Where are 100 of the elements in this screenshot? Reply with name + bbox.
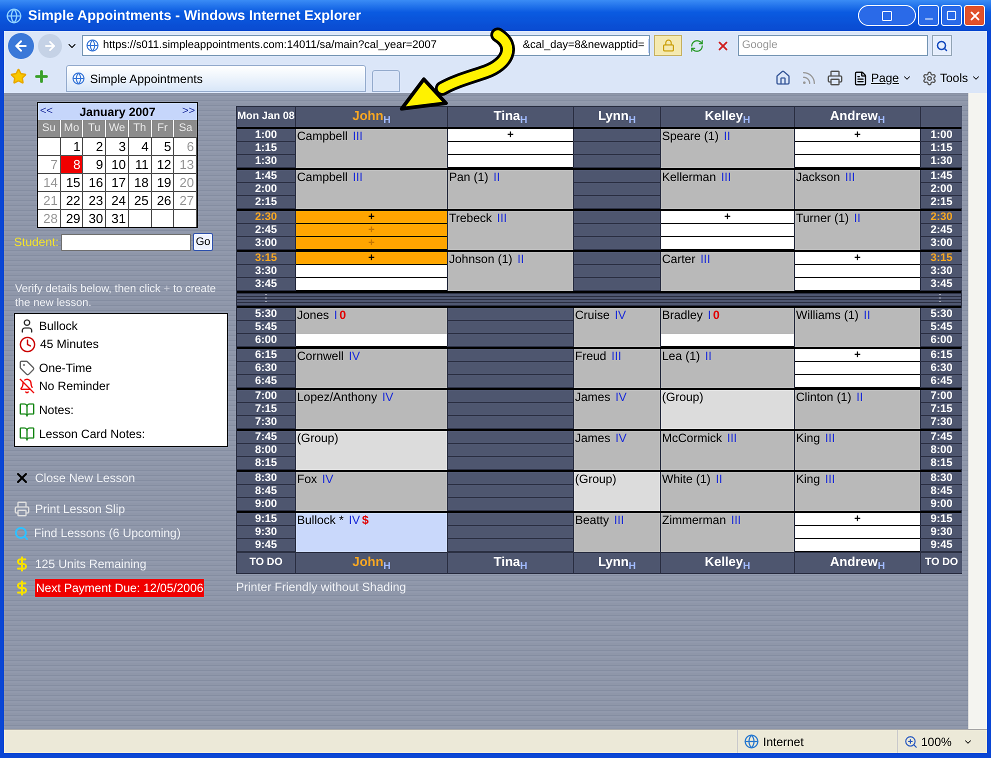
calendar-day[interactable]: 30 — [83, 209, 106, 227]
back-button[interactable] — [8, 32, 34, 58]
time-slot[interactable]: + — [795, 252, 920, 265]
time-slot[interactable] — [795, 278, 920, 291]
calendar-day[interactable]: 23 — [83, 191, 106, 209]
calendar-day[interactable]: 31 — [106, 209, 129, 227]
teacher-header[interactable]: Tina$_{H}$ — [494, 107, 528, 127]
lesson-cell[interactable]: Johnson (1) II — [448, 252, 573, 291]
lesson-cell[interactable]: Jones I 0 — [296, 308, 447, 334]
time-slot[interactable]: + — [795, 349, 920, 362]
calendar-day[interactable]: 10 — [106, 155, 129, 173]
time-slot[interactable] — [795, 526, 920, 539]
lesson-cell[interactable]: Pan (1) II — [448, 170, 573, 209]
calendar-day[interactable]: 25 — [128, 191, 152, 209]
time-slot[interactable] — [795, 375, 920, 388]
calendar-day[interactable]: 4 — [128, 137, 152, 155]
maximize-button[interactable] — [941, 5, 962, 26]
gear-icon[interactable] — [922, 70, 937, 86]
lesson-cell[interactable]: Beatty III — [574, 513, 660, 552]
time-slot[interactable] — [795, 142, 920, 155]
lesson-cell[interactable]: Trebeck III — [448, 211, 573, 250]
time-slot[interactable] — [448, 155, 573, 168]
search-button[interactable] — [932, 35, 952, 56]
calendar-day[interactable]: 15 — [60, 173, 84, 191]
time-slot[interactable]: + — [795, 513, 920, 526]
time-slot[interactable] — [795, 265, 920, 278]
search-input[interactable]: Google — [742, 37, 924, 54]
lesson-cell[interactable]: (Group) — [296, 431, 447, 470]
calendar-day[interactable]: 3 — [106, 137, 129, 155]
time-slot[interactable] — [296, 334, 447, 347]
time-slot[interactable] — [795, 155, 920, 168]
tools-menu[interactable]: Tools — [940, 69, 968, 87]
refresh-icon[interactable] — [690, 38, 704, 52]
go-button[interactable]: Go — [192, 233, 214, 251]
lesson-cell[interactable]: Cornwell IV — [296, 349, 447, 388]
vertical-scrollbar[interactable] — [968, 93, 987, 729]
teacher-header[interactable]: Kelley$_{H}$ — [704, 553, 750, 573]
time-slot[interactable] — [661, 224, 794, 237]
home-icon[interactable] — [774, 70, 791, 86]
time-slot[interactable]: + — [296, 211, 447, 224]
calendar-day[interactable]: 5 — [152, 137, 174, 155]
search-field[interactable]: Google — [738, 35, 928, 56]
lesson-cell[interactable]: Bullock * IV $ — [296, 513, 447, 552]
calendar-day[interactable]: 16 — [83, 173, 106, 191]
lesson-cell[interactable]: Cruise IV — [574, 308, 660, 347]
calendar-day[interactable]: 29 — [60, 209, 84, 227]
print-icon[interactable] — [826, 70, 843, 86]
calendar-day[interactable]: 9 — [83, 155, 106, 173]
lesson-cell[interactable]: Freud III — [574, 349, 660, 388]
lesson-cell[interactable]: Jackson III — [795, 170, 920, 209]
time-slot[interactable] — [661, 334, 794, 347]
time-slot[interactable]: + — [661, 211, 794, 224]
page-menu[interactable]: Page — [870, 69, 899, 87]
browser-tab[interactable]: Simple Appointments — [66, 65, 366, 92]
minimize-button[interactable] — [918, 5, 939, 26]
favorites-star-icon[interactable] — [10, 68, 27, 85]
close-button[interactable] — [964, 5, 985, 26]
time-slot[interactable]: + — [795, 129, 920, 142]
add-favorite-icon[interactable] — [33, 68, 50, 85]
lesson-cell[interactable]: Bradley I 0 — [661, 308, 794, 334]
lesson-cell[interactable]: Fox IV — [296, 472, 447, 511]
lesson-cell[interactable]: Speare (1) II — [661, 129, 794, 168]
lesson-cell[interactable]: (Group) — [661, 390, 794, 429]
time-slot[interactable] — [795, 539, 920, 552]
stop-icon[interactable] — [716, 38, 730, 52]
time-slot[interactable] — [296, 278, 447, 291]
lesson-cell[interactable]: King III — [795, 472, 920, 511]
lesson-cell[interactable]: Lea (1) II — [661, 349, 794, 388]
student-field[interactable] — [60, 234, 191, 250]
lesson-cell[interactable]: McCormick III — [661, 431, 794, 470]
teacher-header[interactable]: John$_{H}$ — [352, 107, 391, 127]
teacher-header[interactable]: Lynn$_{H}$ — [598, 107, 636, 127]
time-slot[interactable] — [661, 237, 794, 250]
next-month-link[interactable]: >> — [182, 103, 195, 120]
lesson-cell[interactable]: White (1) II — [661, 472, 794, 511]
time-slot[interactable]: + — [296, 252, 447, 265]
calendar-day[interactable]: 26 — [152, 191, 174, 209]
calendar-day[interactable]: 12 — [152, 155, 174, 173]
teacher-header[interactable]: Lynn$_{H}$ — [598, 553, 636, 573]
lesson-cell[interactable]: Turner (1) II — [795, 211, 920, 250]
zoom-control[interactable]: 100% — [897, 730, 987, 753]
calendar-day[interactable]: 18 — [128, 173, 152, 191]
lesson-cell[interactable]: Williams (1) II — [795, 308, 920, 347]
lesson-cell[interactable]: Clinton (1) II — [795, 390, 920, 429]
time-slot[interactable] — [296, 265, 447, 278]
calendar-day[interactable]: 22 — [60, 191, 84, 209]
lesson-cell[interactable]: James IV — [574, 390, 660, 429]
teacher-header[interactable]: Tina$_{H}$ — [494, 553, 528, 573]
calendar-day[interactable]: 11 — [128, 155, 152, 173]
lesson-cell[interactable]: (Group) — [574, 472, 660, 511]
time-slot[interactable]: + — [448, 129, 573, 142]
teacher-header[interactable]: Kelley$_{H}$ — [704, 107, 750, 127]
previous-month-link[interactable]: << — [40, 103, 53, 120]
teacher-header[interactable]: Andrew$_{H}$ — [830, 553, 885, 573]
time-slot[interactable] — [448, 142, 573, 155]
calendar-day[interactable]: 24 — [106, 191, 129, 209]
calendar-day[interactable]: 8 — [60, 155, 84, 173]
lesson-cell[interactable]: Lopez/Anthony IV — [296, 390, 447, 429]
time-slot[interactable] — [795, 362, 920, 375]
lesson-cell[interactable]: Carter III — [661, 252, 794, 291]
